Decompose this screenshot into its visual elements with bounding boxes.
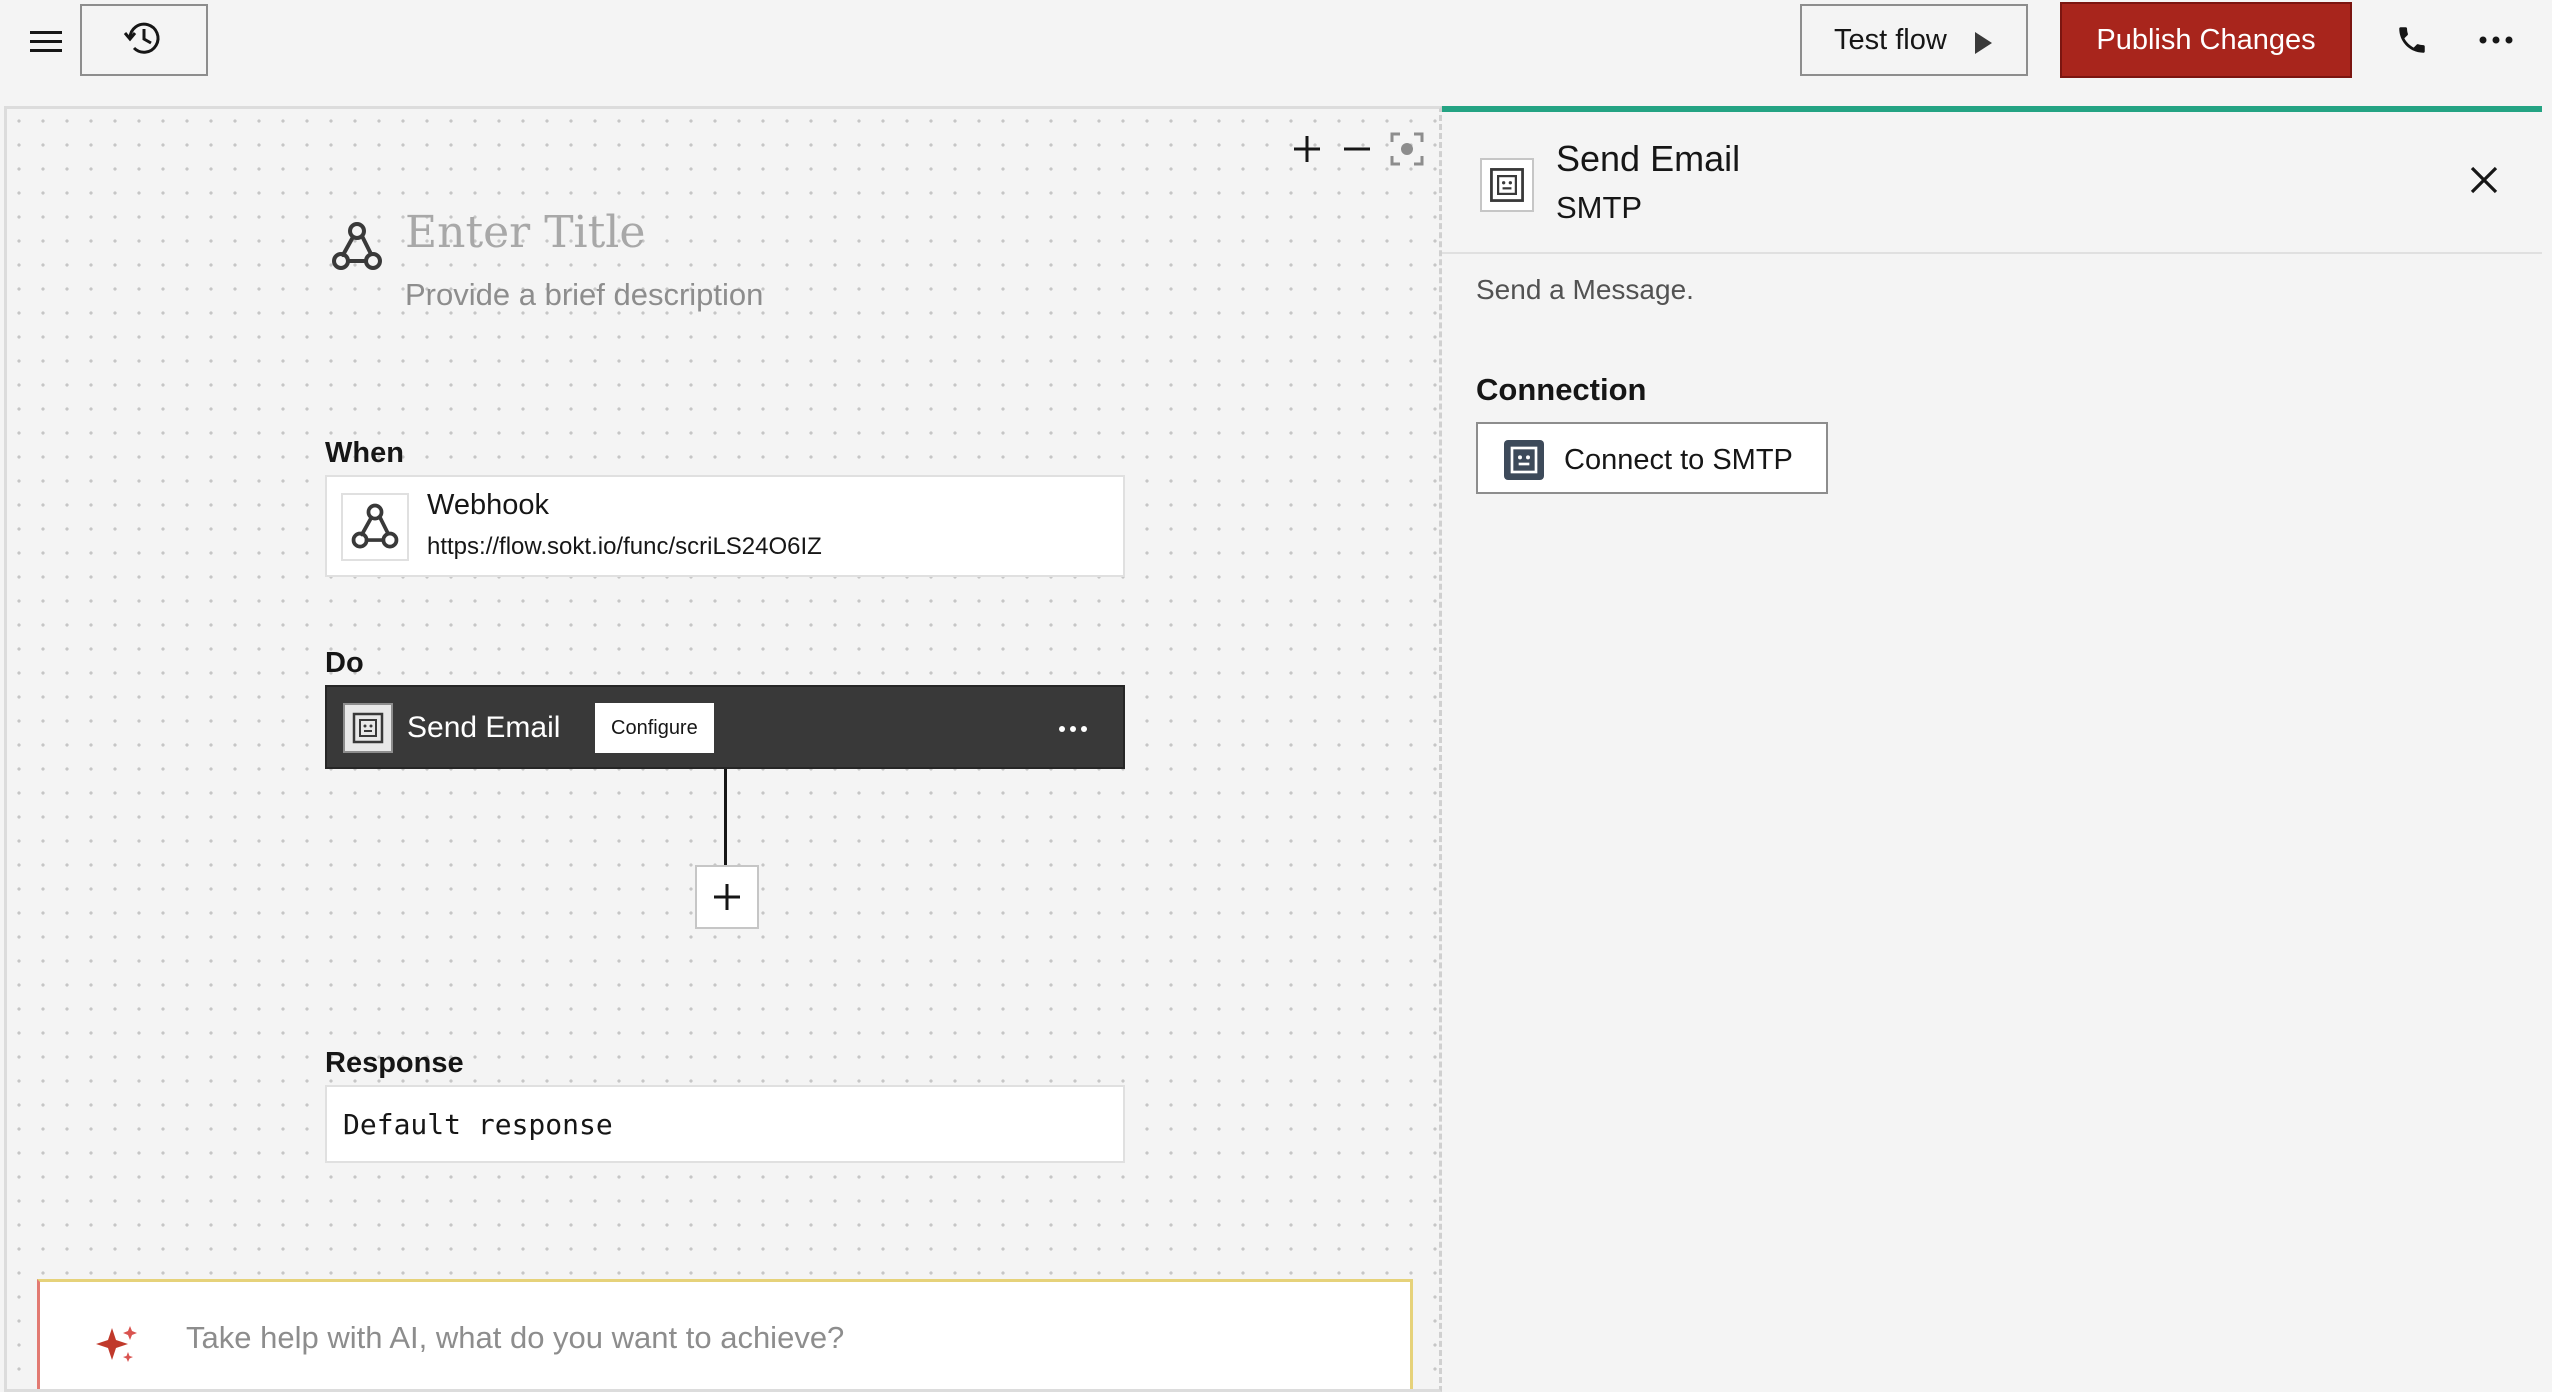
fit-to-screen-icon[interactable] bbox=[1387, 129, 1427, 169]
when-label: When bbox=[325, 437, 404, 469]
plus-icon bbox=[714, 884, 740, 910]
zoom-out-icon[interactable] bbox=[1337, 129, 1377, 169]
overflow-menu-icon[interactable] bbox=[2472, 18, 2520, 62]
email-icon bbox=[1500, 436, 1548, 484]
response-field[interactable]: Default response bbox=[325, 1085, 1125, 1163]
email-icon bbox=[343, 703, 393, 753]
close-icon[interactable] bbox=[2462, 158, 2506, 202]
panel-description: Send a Message. bbox=[1476, 274, 1694, 305]
zoom-in-icon[interactable] bbox=[1287, 129, 1327, 169]
webhook-icon bbox=[341, 493, 409, 561]
flow-canvas[interactable]: Enter Title Provide a brief description … bbox=[4, 106, 1442, 1392]
response-label: Response bbox=[325, 1047, 464, 1079]
panel-header: Send Email SMTP bbox=[1442, 112, 2542, 254]
trigger-url: https://flow.sokt.io/func/scriLS24O6IZ bbox=[427, 533, 822, 560]
email-icon bbox=[1480, 158, 1534, 212]
play-icon bbox=[1975, 32, 1992, 54]
trigger-name: Webhook bbox=[427, 489, 549, 521]
history-icon bbox=[122, 18, 166, 63]
phone-icon[interactable] bbox=[2390, 18, 2434, 62]
flow-description-input[interactable]: Provide a brief description bbox=[405, 277, 763, 313]
connect-smtp-label: Connect to SMTP bbox=[1564, 444, 1793, 476]
panel-title: Send Email bbox=[1556, 138, 1741, 179]
test-flow-button[interactable]: Test flow bbox=[1800, 4, 2028, 76]
action-name: Send Email bbox=[407, 711, 561, 744]
connect-smtp-button[interactable]: Connect to SMTP bbox=[1476, 422, 1828, 494]
add-step-button[interactable] bbox=[695, 865, 759, 929]
test-flow-label: Test flow bbox=[1834, 23, 1947, 56]
do-label: Do bbox=[325, 647, 364, 679]
panel-subtitle: SMTP bbox=[1556, 190, 1643, 225]
step-connector bbox=[724, 769, 727, 867]
connection-label: Connection bbox=[1476, 372, 1647, 407]
webhook-icon bbox=[327, 217, 387, 277]
zoom-controls bbox=[1287, 129, 1427, 169]
ai-prompt-input[interactable]: Take help with AI, what do you want to a… bbox=[37, 1279, 1413, 1389]
hamburger-menu-icon[interactable] bbox=[24, 20, 68, 64]
history-button[interactable] bbox=[80, 4, 208, 76]
top-bar: Test flow Publish Changes bbox=[0, 0, 2552, 106]
configure-button[interactable]: Configure bbox=[595, 703, 714, 753]
ai-sparkle-icon bbox=[92, 1320, 140, 1368]
action-more-icon[interactable] bbox=[1053, 709, 1093, 749]
step-config-panel: Send Email SMTP Send a Message. Connecti… bbox=[1442, 106, 2542, 1392]
trigger-card[interactable]: Webhook https://flow.sokt.io/func/scriLS… bbox=[325, 475, 1125, 577]
flow-title-input[interactable]: Enter Title bbox=[405, 207, 645, 258]
ai-prompt-placeholder: Take help with AI, what do you want to a… bbox=[186, 1320, 845, 1355]
action-card[interactable]: Send Email Configure bbox=[325, 685, 1125, 769]
publish-changes-button[interactable]: Publish Changes bbox=[2060, 2, 2352, 78]
